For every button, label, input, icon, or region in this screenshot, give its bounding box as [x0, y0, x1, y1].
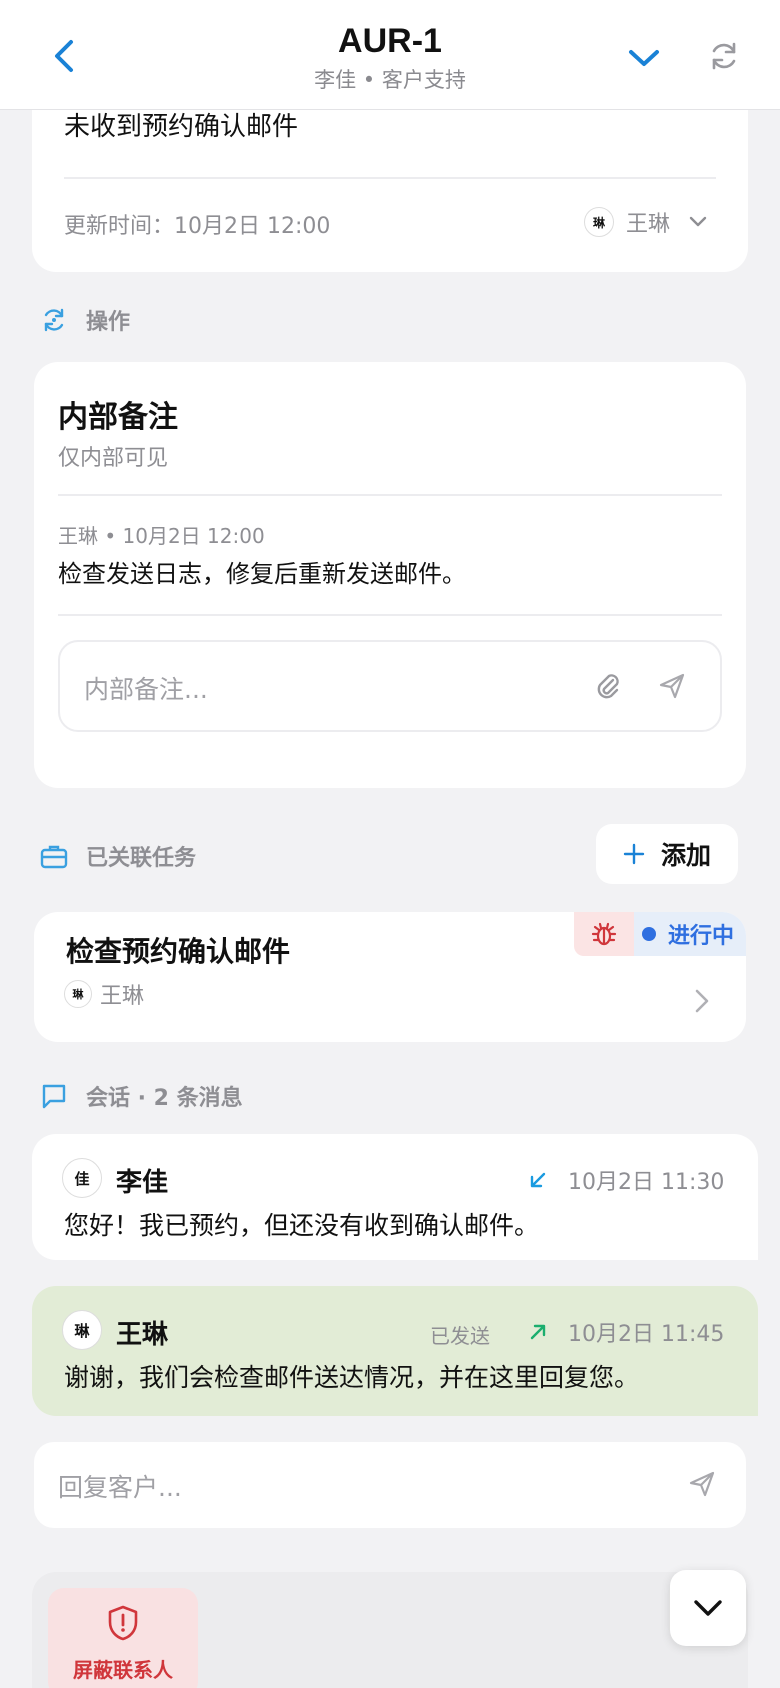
- header-bar: AUR-1 李佳 • 客户支持: [0, 0, 780, 110]
- avatar: 佳: [62, 1158, 102, 1198]
- updated-time: 更新时间：10月2日 12:00: [64, 214, 331, 239]
- reply-input[interactable]: 回复客户...: [34, 1442, 746, 1528]
- add-task-button[interactable]: 添加: [596, 824, 738, 884]
- message-time: 10月2日 11:30: [568, 1170, 725, 1195]
- message-status: 已发送: [430, 1324, 490, 1348]
- bug-icon: [591, 922, 617, 946]
- task-card[interactable]: 检查预约确认邮件 琳 王琳 进行中: [34, 912, 746, 1042]
- send-note-button[interactable]: [654, 668, 690, 704]
- message-incoming: 佳 李佳 10月2日 11:30 您好！我已预约，但还没有收到确认邮件。: [32, 1134, 758, 1260]
- refresh-icon: [712, 42, 736, 70]
- message-sender: 王琳: [116, 1320, 169, 1350]
- task-assignee: 琳 王琳: [64, 978, 144, 1010]
- collapse-button[interactable]: [624, 38, 664, 78]
- send-reply-button[interactable]: [684, 1466, 720, 1502]
- block-contact-button[interactable]: 屏蔽联系人: [48, 1588, 198, 1688]
- outgoing-arrow-icon: [530, 1324, 546, 1340]
- chevron-right-icon: [695, 989, 709, 1013]
- message-text: 您好！我已预约，但还没有收到确认邮件。: [64, 1211, 540, 1240]
- internal-note-subtitle: 仅内部可见: [58, 446, 169, 471]
- avatar: 琳: [62, 1310, 102, 1350]
- attach-button[interactable]: [590, 668, 626, 704]
- reply-placeholder: 回复客户...: [58, 1473, 182, 1502]
- shield-alert-icon: [108, 1605, 138, 1641]
- plus-icon: [623, 843, 645, 865]
- task-assignee-name: 王琳: [100, 984, 145, 1009]
- section-label-text: 已关联任务: [86, 846, 197, 871]
- block-contact-label: 屏蔽联系人: [73, 1658, 173, 1682]
- note-text: 检查发送日志，修复后重新发送邮件。: [58, 560, 466, 588]
- ticket-subject: 未收到预约确认邮件: [64, 112, 299, 142]
- assignee-name: 王琳: [626, 212, 671, 237]
- chat-bubble-icon: [42, 1084, 66, 1109]
- conversation-section-label: 会话 · 2 条消息: [40, 1080, 243, 1112]
- task-title: 检查预约确认邮件: [66, 935, 291, 968]
- paperclip-icon: [597, 674, 619, 699]
- add-task-label: 添加: [660, 841, 711, 870]
- message-time: 10月2日 11:45: [568, 1322, 725, 1347]
- avatar: 琳: [64, 980, 92, 1008]
- send-icon: [689, 1471, 715, 1497]
- divider: [64, 177, 716, 179]
- send-icon: [659, 673, 685, 699]
- avatar: 琳: [584, 207, 614, 237]
- internal-note-card: 内部备注 仅内部可见 王琳 • 10月2日 12:00 检查发送日志，修复后重新…: [34, 362, 746, 788]
- message-sender: 李佳: [116, 1168, 169, 1198]
- status-label: 进行中: [668, 924, 735, 949]
- message-text: 谢谢，我们会检查邮件送达情况，并在这里回复您。: [64, 1363, 640, 1392]
- chevron-down-icon: [689, 216, 707, 227]
- refresh-button[interactable]: [704, 36, 744, 76]
- assignee-selector[interactable]: 琳 王琳: [584, 204, 708, 240]
- message-outgoing: 琳 王琳 已发送 10月2日 11:45 谢谢，我们会检查邮件送达情况，并在这里…: [32, 1286, 758, 1416]
- incoming-arrow-icon: [530, 1172, 546, 1188]
- linked-tasks-section-label: 已关联任务: [40, 840, 196, 872]
- divider: [58, 614, 722, 616]
- chevron-down-icon: [694, 1600, 722, 1616]
- section-label-text: 会话 · 2 条消息: [86, 1086, 243, 1111]
- chevron-down-icon: [629, 50, 659, 66]
- status-dot: [642, 927, 656, 941]
- actions-section-label: 操作: [40, 304, 130, 336]
- internal-note-title: 内部备注: [58, 400, 178, 435]
- internal-note-placeholder: 内部备注...: [84, 675, 208, 704]
- note-meta: 王琳 • 10月2日 12:00: [58, 524, 265, 548]
- briefcase-icon: [40, 845, 68, 869]
- scroll-down-button[interactable]: [670, 1570, 746, 1646]
- status-badge: 进行中: [634, 912, 746, 956]
- sync-icon: [44, 308, 64, 332]
- divider: [58, 494, 722, 496]
- internal-note-input[interactable]: 内部备注...: [58, 640, 722, 732]
- section-label-text: 操作: [86, 310, 131, 335]
- bug-tag: [574, 912, 634, 956]
- bottom-actions-panel: 屏蔽联系人: [32, 1572, 748, 1688]
